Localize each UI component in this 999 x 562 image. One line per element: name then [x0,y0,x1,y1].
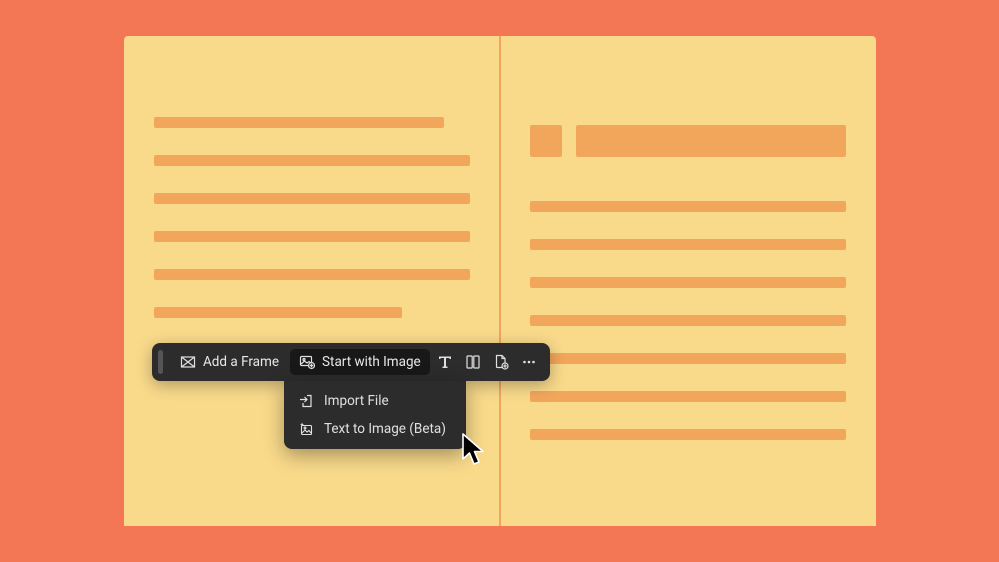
text-tool-button[interactable] [432,348,458,376]
text-to-image-label: Text to Image (Beta) [324,421,446,437]
text-line [530,429,846,440]
ai-image-icon [298,421,314,437]
pages-tool-button[interactable] [460,348,486,376]
pages-icon [465,354,481,370]
import-icon [298,393,314,409]
start-with-image-label: Start with Image [322,354,421,370]
start-with-image-dropdown: Import File Text to Image (Beta) [284,381,466,449]
text-line [530,239,846,250]
import-file-item[interactable]: Import File [284,387,466,415]
cursor-icon [460,432,488,468]
text-line [154,231,470,242]
floating-toolbar: Add a Frame Start with Image [152,343,550,381]
add-page-button[interactable] [488,348,514,376]
image-add-icon [299,354,315,370]
page-divider [499,36,501,526]
drag-handle[interactable] [158,350,163,374]
text-line [154,307,402,318]
more-options-button[interactable] [516,348,542,376]
page-left [124,36,500,526]
text-line [530,277,846,288]
ellipsis-icon [521,354,537,370]
text-line [154,155,470,166]
heading-row [530,125,846,157]
text-line [530,201,846,212]
page-right [500,36,876,526]
heading-bar [576,125,846,157]
import-file-label: Import File [324,393,389,409]
frame-icon [180,354,196,370]
text-line [154,193,470,204]
image-placeholder [530,125,562,157]
text-line [154,269,470,280]
text-line [530,315,846,326]
text-line [530,391,846,402]
text-line [530,353,846,364]
text-to-image-item[interactable]: Text to Image (Beta) [284,415,466,443]
add-frame-button[interactable]: Add a Frame [171,349,288,375]
start-with-image-button[interactable]: Start with Image [290,349,430,375]
add-frame-label: Add a Frame [203,354,279,370]
text-icon [437,354,453,370]
page-add-icon [493,354,509,370]
text-line [154,117,444,128]
